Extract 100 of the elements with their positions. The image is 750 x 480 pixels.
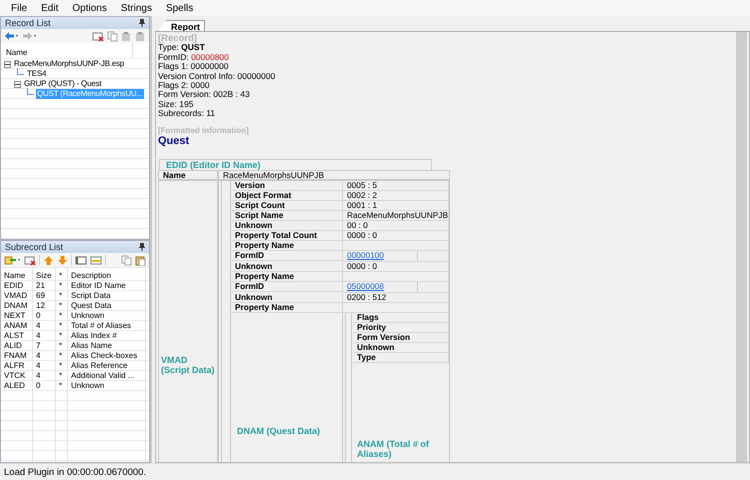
pin-icon[interactable] — [138, 18, 146, 28]
back-icon[interactable] — [4, 31, 19, 41]
record-field: FormID: 00000800 — [158, 52, 736, 62]
record-title: Quest — [158, 135, 190, 148]
report-tab[interactable]: Report — [158, 20, 205, 31]
field-value: 0000 : 0 — [343, 231, 449, 242]
menu-item[interactable]: Strings — [114, 2, 159, 14]
table-cell-text: Alias Index # — [70, 331, 118, 341]
field-value: 0000 : 0 — [343, 262, 449, 272]
record-field: Type: QUST — [158, 43, 736, 53]
field-label: Script Name — [231, 211, 343, 222]
table-cell-text: EDID — [3, 281, 24, 291]
column-header[interactable]: Name — [6, 48, 28, 57]
field-value: 00 : 0 — [343, 221, 449, 232]
move-down-icon[interactable] — [57, 254, 68, 266]
field-value: 0002 : 2 — [343, 191, 449, 202]
menu-item[interactable]: Options — [65, 2, 114, 14]
tree-item[interactable]: RaceMenuMorphsUUNP-JB.esp — [13, 59, 126, 69]
subrecord-heading: DNAM (Quest Data) — [237, 426, 322, 436]
panel-title: Record List — [5, 18, 51, 28]
subrecord-heading: VMAD (Script Data) — [161, 355, 216, 376]
table-cell-text: Additional Valid ... — [70, 371, 136, 381]
table-cell-text: Alias Name — [70, 341, 113, 351]
table-cell-text: Unknown — [70, 381, 106, 391]
form-id-link[interactable]: 00000100 — [347, 250, 384, 260]
delete-icon[interactable] — [92, 30, 104, 42]
column-header[interactable]: Name — [1, 271, 33, 281]
record-field: Size: 195 — [158, 100, 736, 110]
field-label: FormID — [231, 251, 343, 262]
field-value: RaceMenuMorphsUUNPJB — [218, 170, 450, 180]
delete-icon[interactable] — [24, 254, 36, 266]
field-value: 0001 : 1 — [343, 201, 449, 212]
table-cell-text: Editor ID Name — [70, 281, 127, 291]
field-label: Property Total Count — [231, 231, 343, 242]
table-cell-text: VTCK — [3, 371, 26, 381]
collapse-icon[interactable] — [14, 80, 21, 88]
menu-item[interactable]: File — [4, 2, 34, 14]
scrollbar[interactable] — [736, 32, 747, 462]
record-field: Form Version: 002B : 43 — [158, 90, 736, 100]
record-field: Subrecords: 11 — [158, 109, 736, 119]
menu-item[interactable]: Edit — [34, 2, 66, 14]
table-cell-text: * — [58, 351, 64, 361]
window-icon[interactable] — [75, 254, 87, 266]
table-cell-text: ALST — [3, 331, 26, 341]
field-value: 0005 : 5 — [343, 181, 449, 192]
table-cell-text: 69 — [35, 291, 46, 301]
paste-icon[interactable] — [135, 254, 146, 266]
field-label: Form Version — [353, 333, 449, 344]
section-header: [Formatted information] — [158, 126, 250, 136]
table-cell-text: 4 — [35, 371, 42, 381]
collapse-icon[interactable] — [4, 60, 11, 68]
insert-icon[interactable] — [4, 254, 21, 266]
table-cell-text: FNAM — [3, 351, 28, 361]
field-label: Property Name — [231, 303, 343, 314]
field-label: FormID — [231, 282, 343, 292]
record-field: Flags 2: 0000 — [158, 81, 736, 90]
field-label: Property Name — [231, 272, 343, 282]
field-label: Priority — [353, 323, 449, 334]
table-cell-text: Quest Data — [70, 301, 112, 311]
table-cell-text: 4 — [35, 331, 42, 341]
table-cell-text: * — [58, 291, 64, 301]
panel-title: Subrecord List — [5, 242, 64, 252]
field-label: Name — [158, 170, 218, 180]
menu-item[interactable]: Spells — [158, 2, 200, 14]
forward-icon[interactable] — [22, 31, 37, 41]
form-id-link[interactable]: 05000008 — [347, 281, 384, 292]
table-cell-text: * — [58, 361, 64, 371]
subrecord-heading: ANAM (Total # of Aliases) — [357, 439, 430, 460]
table-cell-text: ANAM — [3, 321, 28, 331]
record-field: Flags 1: 00000000 — [158, 62, 736, 72]
table-cell-text: * — [58, 341, 64, 351]
tree-item[interactable]: TES4 — [26, 69, 48, 79]
table-cell-text: 12 — [35, 301, 46, 311]
copy-icon[interactable] — [107, 30, 118, 42]
table-cell-text: Script Data — [70, 291, 112, 301]
field-label: Flags — [353, 313, 449, 324]
section-header: [Record] — [158, 34, 198, 44]
move-up-icon[interactable] — [43, 254, 54, 266]
subrecord-heading: EDID (Editor ID Name) — [159, 159, 432, 170]
column-header[interactable]: Size — [33, 271, 56, 281]
field-label: Unknown — [231, 262, 343, 272]
table-cell-text: * — [58, 381, 64, 391]
bar-icon[interactable] — [90, 254, 102, 266]
field-label: Object Format — [231, 191, 343, 202]
field-label: Version — [231, 181, 343, 192]
table-cell-text: ALED — [3, 381, 26, 391]
table-cell-text: ALID — [3, 341, 23, 351]
pin-icon[interactable] — [138, 242, 146, 252]
table-cell-text: Unknown — [70, 311, 106, 321]
table-cell-text: DNAM — [3, 301, 29, 311]
table-cell-text: Total # of Aliases — [70, 321, 132, 331]
paste-icon[interactable] — [121, 30, 132, 42]
column-header[interactable]: Description — [68, 271, 146, 281]
field-value: RaceMenuMorphsUUNPJB — [343, 211, 449, 222]
table-cell-text: * — [58, 301, 64, 311]
field-label: Script Count — [231, 201, 343, 212]
table-cell-text: ALFR — [3, 361, 26, 371]
column-header[interactable]: * — [56, 271, 68, 281]
copy-icon[interactable] — [121, 254, 132, 266]
tree-item[interactable]: GRUP (QUST) - Quest — [23, 79, 102, 89]
